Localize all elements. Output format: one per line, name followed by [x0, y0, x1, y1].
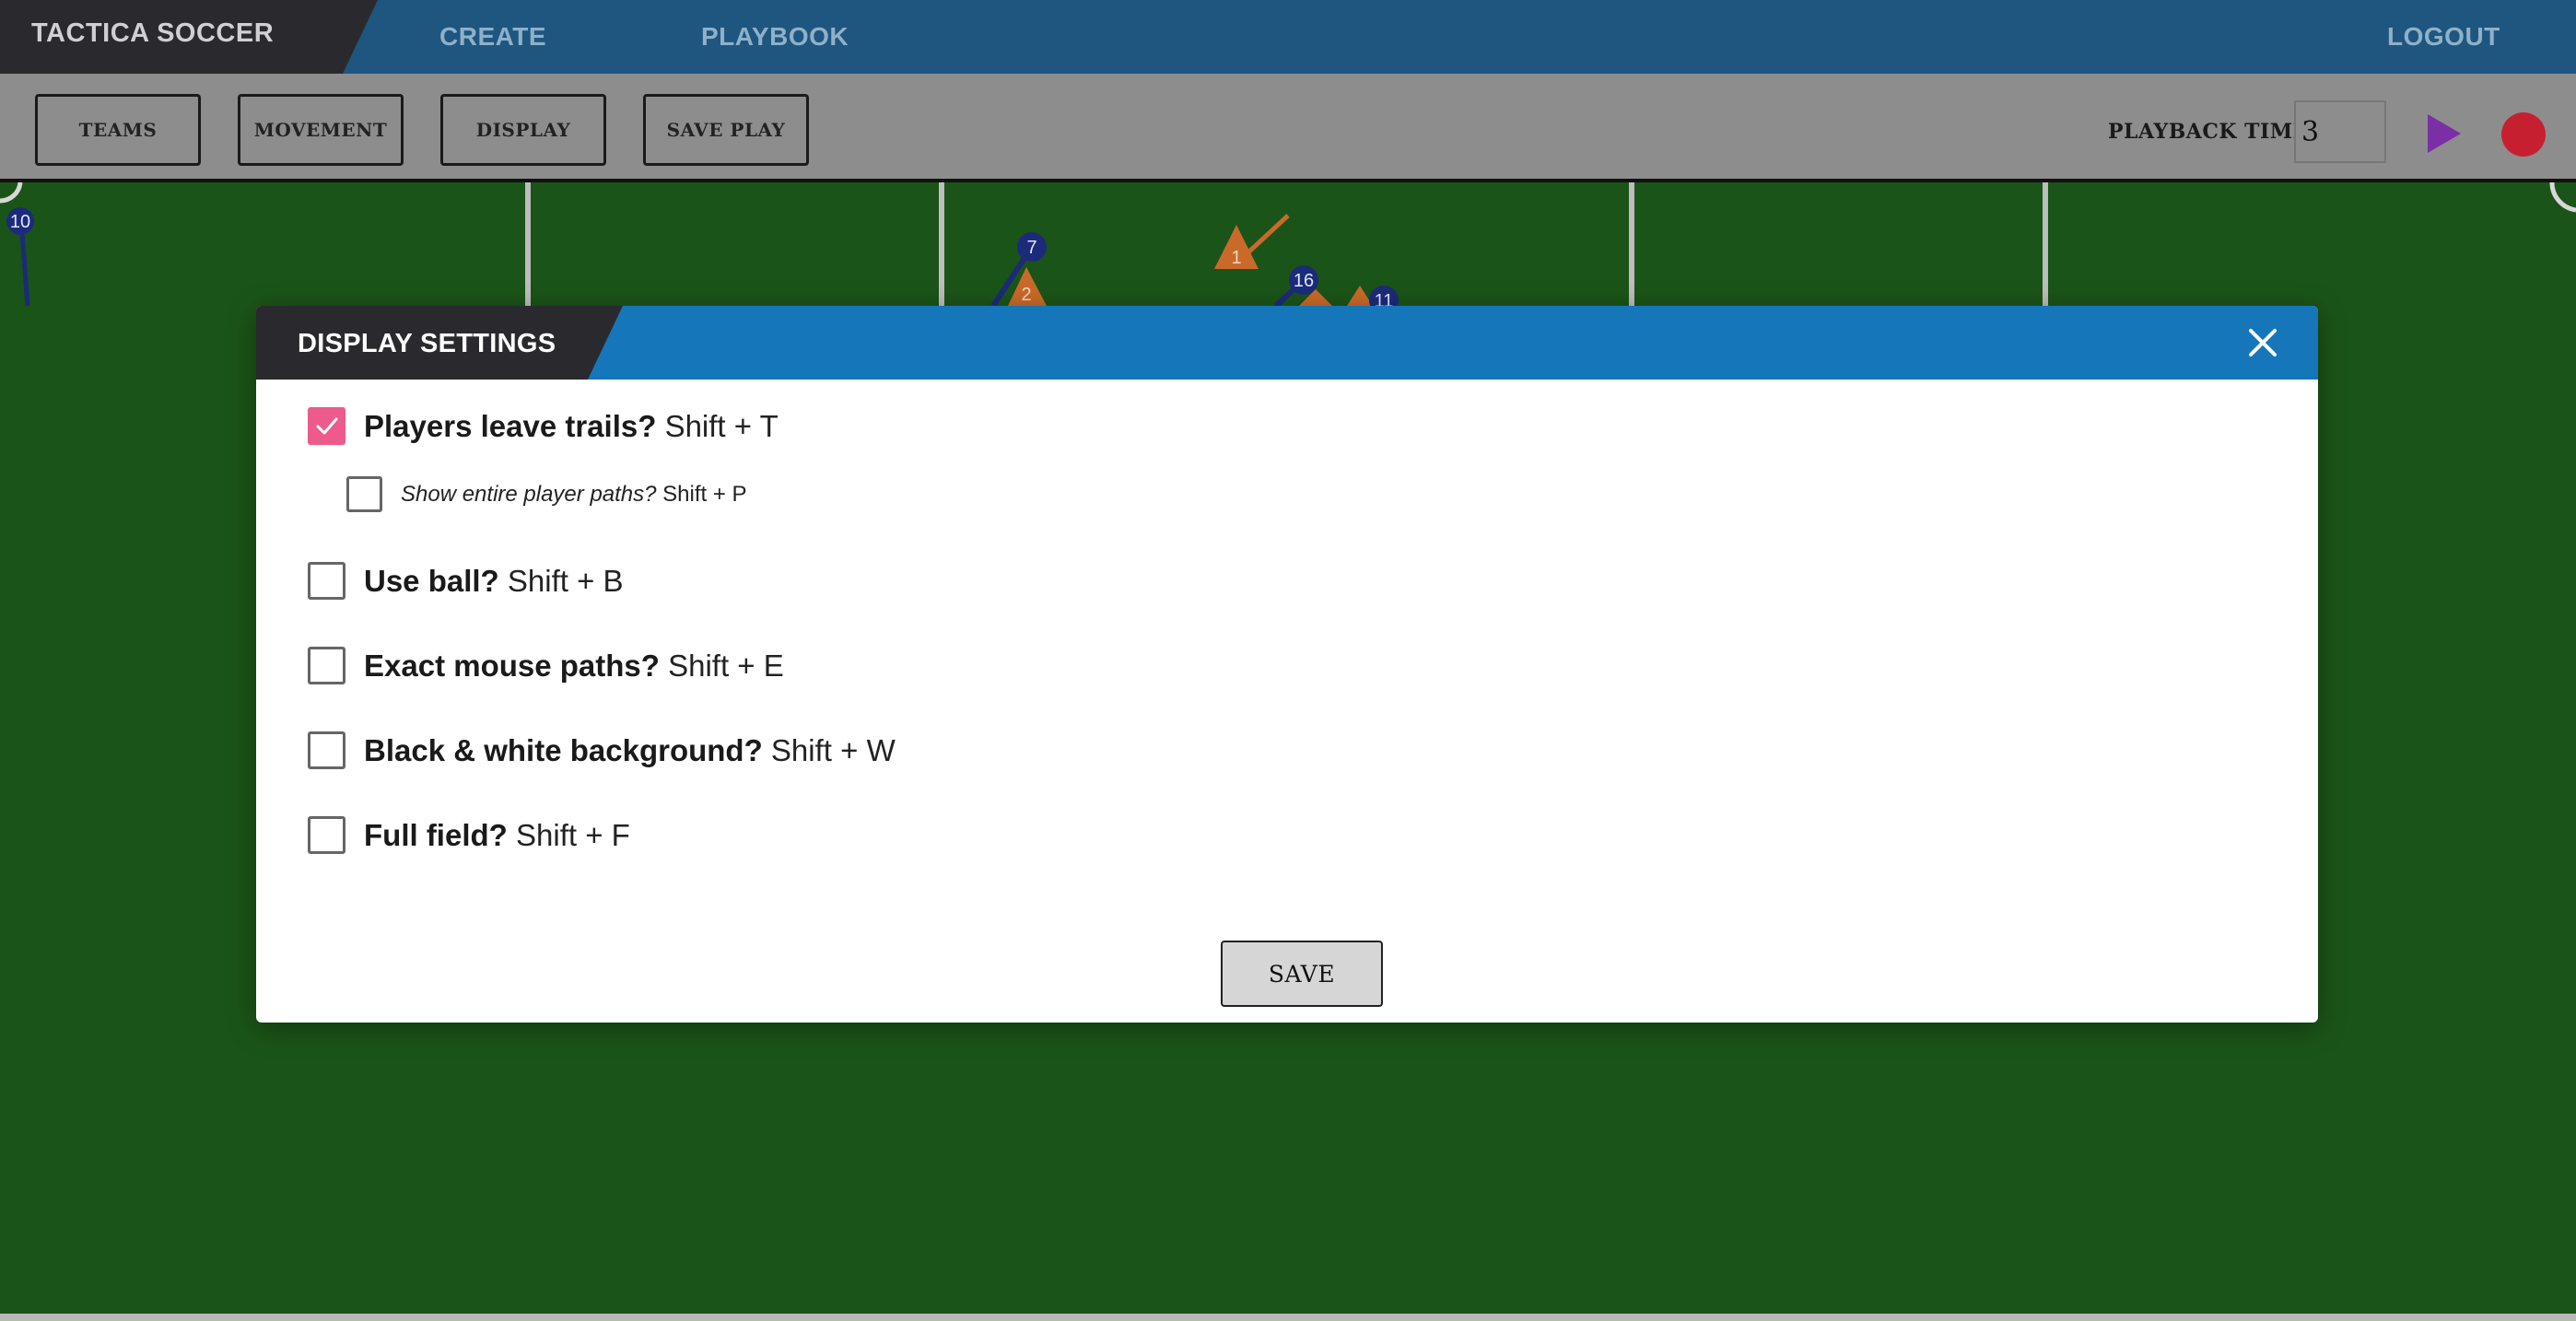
option-label: Show entire player paths? [401, 481, 657, 507]
field-bottom-edge [0, 1314, 2576, 1321]
close-icon[interactable] [2246, 326, 2279, 359]
option-show-entire-paths[interactable]: Show entire player paths? Shift + P [346, 476, 747, 512]
option-full-field[interactable]: Full field? Shift + F [308, 816, 630, 854]
player-number: 16 [1294, 271, 1314, 291]
option-exact-mouse-paths[interactable]: Exact mouse paths? Shift + E [308, 647, 784, 684]
option-label: Black & white background? [364, 732, 763, 767]
corner-arc [2549, 182, 2576, 213]
brand-logo-text[interactable]: TACTICA SOCCER [31, 18, 274, 49]
option-shortcut: Shift + T [664, 408, 779, 443]
display-button[interactable]: DISPLAY [440, 94, 606, 166]
option-shortcut: Shift + P [662, 481, 747, 507]
player-number: 2 [1021, 285, 1031, 305]
check-icon [316, 417, 337, 434]
top-nav: TACTICA SOCCER CREATE PLAYBOOK LOGOUT [0, 0, 2576, 74]
option-bw-background[interactable]: Black & white background? Shift + W [308, 731, 896, 769]
player-number: 1 [1231, 248, 1241, 268]
checkbox-use-ball[interactable] [308, 562, 345, 600]
checkbox-bw-background[interactable] [308, 731, 345, 769]
nav-playbook[interactable]: PLAYBOOK [701, 22, 849, 52]
option-label: Players leave trails? [364, 408, 657, 443]
option-shortcut: Shift + B [507, 563, 624, 598]
playback-time-input[interactable] [2294, 100, 2386, 163]
option-shortcut: Shift + E [668, 648, 784, 683]
option-label: Exact mouse paths? [364, 648, 660, 683]
player-number: 10 [10, 212, 30, 232]
checkbox-full-field[interactable] [308, 816, 345, 854]
display-settings-modal: DISPLAY SETTINGS Players leave trails? S… [256, 306, 2318, 1023]
checkbox-players-leave-trails[interactable] [308, 407, 345, 445]
save-button[interactable]: SAVE [1221, 941, 1383, 1007]
record-icon[interactable] [2501, 112, 2546, 157]
option-shortcut: Shift + W [770, 732, 896, 767]
player-orange [1347, 286, 1373, 306]
checkbox-exact-mouse-paths[interactable] [308, 647, 345, 684]
modal-title: DISPLAY SETTINGS [298, 329, 556, 358]
corner-arc [0, 182, 23, 204]
nav-logout[interactable]: LOGOUT [2387, 22, 2500, 52]
option-label: Full field? [364, 817, 508, 852]
checkbox-show-entire-paths[interactable] [346, 476, 382, 512]
option-use-ball[interactable]: Use ball? Shift + B [308, 562, 624, 600]
modal-header: DISPLAY SETTINGS [256, 306, 2318, 380]
option-label: Use ball? [364, 563, 499, 598]
play-icon[interactable] [2428, 114, 2461, 153]
save-play-button[interactable]: SAVE PLAY [643, 94, 809, 166]
teams-button[interactable]: TEAMS [35, 94, 201, 166]
option-players-leave-trails[interactable]: Players leave trails? Shift + T [308, 407, 779, 445]
playback-time-label: PLAYBACK TIME: [2108, 120, 2317, 144]
player-number: 7 [1026, 238, 1036, 258]
option-shortcut: Shift + F [516, 817, 630, 852]
toolbar: TEAMS MOVEMENT DISPLAY SAVE PLAY PLAYBAC… [0, 74, 2576, 182]
nav-create[interactable]: CREATE [439, 22, 546, 52]
movement-button[interactable]: MOVEMENT [238, 94, 404, 166]
